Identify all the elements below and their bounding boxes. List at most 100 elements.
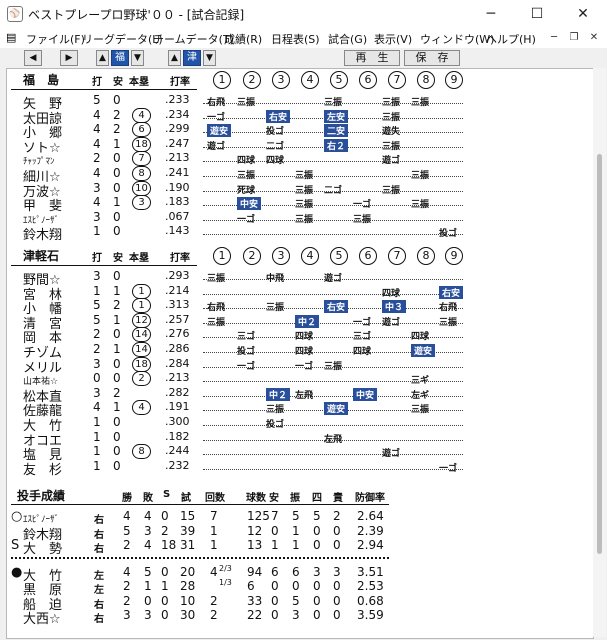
close-button[interactable]: ✕ bbox=[560, 0, 606, 28]
team1-up-button[interactable]: ▲ bbox=[96, 50, 109, 66]
player-hits: 0 bbox=[113, 429, 121, 444]
pitcher-losses: 3 bbox=[144, 608, 152, 622]
at-bat-result: 四球 bbox=[382, 288, 401, 299]
pitching-header-g: 試 bbox=[181, 493, 191, 504]
app-icon[interactable]: ⚾ bbox=[7, 6, 23, 22]
vertical-scrollbar[interactable] bbox=[593, 68, 606, 637]
pitcher-games: 28 bbox=[180, 579, 196, 593]
pitcher-strikeouts: 5 bbox=[292, 593, 300, 608]
pitcher-walks: 0 bbox=[313, 579, 321, 593]
pitcher-wins: 2 bbox=[123, 579, 131, 593]
mdi-restore-button[interactable]: ❐ bbox=[566, 30, 582, 45]
menu-window[interactable]: ウィンドウ(W) bbox=[420, 31, 494, 47]
player-ab: 3 bbox=[93, 385, 101, 400]
replay-button[interactable]: 再 生 bbox=[344, 50, 400, 66]
scrollbar-thumb[interactable] bbox=[597, 154, 602, 554]
menu-records[interactable]: 成績(R) bbox=[224, 31, 262, 47]
player-avg: .233 bbox=[165, 93, 190, 106]
at-bat-result: 投ゴ bbox=[266, 127, 285, 138]
pitcher-losses: 4 bbox=[144, 538, 152, 552]
team2-up-button[interactable]: ▲ bbox=[168, 50, 181, 66]
player-ab: 2 bbox=[93, 327, 101, 342]
pitcher-losses: 1 bbox=[144, 579, 152, 593]
player-avg: .241 bbox=[165, 166, 190, 179]
header-hr: 本塁 bbox=[129, 253, 149, 264]
at-bat-result: 三振 bbox=[295, 185, 314, 196]
player-avg: .299 bbox=[165, 122, 190, 136]
pitcher-hits: 0 bbox=[271, 608, 279, 622]
mdi-close-button[interactable]: ✕ bbox=[586, 30, 602, 45]
team2-button[interactable]: 津 bbox=[183, 50, 201, 66]
at-bat-result: 一ゴ bbox=[237, 361, 256, 372]
pitcher-name: 大 勢 bbox=[23, 542, 63, 557]
at-bat-result: 三ゴ bbox=[237, 332, 256, 343]
player-avg: .213 bbox=[165, 151, 190, 165]
player-hits: 2 bbox=[113, 298, 121, 313]
player-ab: 3 bbox=[93, 209, 101, 224]
player-avg: .191 bbox=[165, 400, 190, 414]
at-bat-result: 三振 bbox=[411, 171, 430, 181]
team1-down-button[interactable]: ▼ bbox=[131, 50, 144, 66]
pitcher-name: 大西☆ bbox=[23, 612, 61, 627]
maximize-button[interactable]: ☐ bbox=[514, 0, 560, 28]
team2-down-button[interactable]: ▼ bbox=[203, 50, 216, 66]
player-ab: 4 bbox=[93, 400, 101, 415]
player-avg: .067 bbox=[165, 209, 190, 223]
menu-league[interactable]: リーグデータ(L) bbox=[82, 31, 163, 47]
at-bat-result: 右飛 bbox=[439, 303, 458, 314]
hit-result: 中２ bbox=[266, 387, 291, 401]
player-hr: 14 bbox=[132, 327, 151, 343]
team1-button[interactable]: 福 bbox=[111, 50, 129, 66]
pitcher-innings-fraction: 1/3 bbox=[219, 578, 232, 587]
at-bat-result: 三振 bbox=[382, 98, 401, 108]
hit-result: 右安 bbox=[324, 300, 349, 314]
pitcher-saves: 0 bbox=[161, 608, 169, 622]
player-hits: 0 bbox=[113, 151, 121, 166]
pitcher-saves: 0 bbox=[161, 509, 169, 523]
player-avg: .214 bbox=[165, 283, 190, 297]
team-name: 津軽石 bbox=[23, 249, 60, 263]
player-ab: 4 bbox=[93, 166, 101, 180]
player-ab: 1 bbox=[93, 224, 101, 239]
save-button[interactable]: 保 存 bbox=[404, 50, 460, 66]
at-bat-result: 三振 bbox=[295, 171, 314, 181]
player-hits: 1 bbox=[113, 136, 121, 151]
player-hr: 1 bbox=[132, 283, 151, 299]
inning-number: 3 bbox=[272, 247, 290, 265]
menu-game[interactable]: 試合(G) bbox=[328, 31, 367, 47]
at-bat-result: 左ギ bbox=[411, 390, 430, 401]
minimize-button[interactable]: ─ bbox=[468, 0, 514, 28]
inning-number: 4 bbox=[301, 71, 319, 89]
player-ab: 5 bbox=[93, 93, 101, 107]
hit-result: 遊安 bbox=[324, 402, 349, 416]
at-bat-result: 三振 bbox=[266, 405, 285, 416]
at-bat-result: 一ゴ bbox=[353, 200, 372, 211]
prev-arrow-icon[interactable]: ◀ bbox=[24, 50, 42, 66]
pitcher-earned-runs: 0 bbox=[333, 593, 341, 608]
pitcher-saves: 2 bbox=[161, 523, 169, 538]
pitcher-hits: 1 bbox=[271, 538, 279, 552]
menu-view[interactable]: 表示(V) bbox=[374, 31, 412, 47]
at-bat-result: 三振 bbox=[237, 98, 256, 108]
header-avg: 打率 bbox=[170, 253, 190, 264]
pitcher-wins: 2 bbox=[123, 593, 131, 608]
player-ab: 3 bbox=[93, 356, 101, 371]
menu-schedule[interactable]: 日程表(S) bbox=[271, 31, 320, 47]
game-record-panel: 福 島打安本塁 打率 1 2 3 4 5 6 7 8 9 矢 野 5 0.233 右飛 三振 三振 三振 三振 太田諒… bbox=[6, 68, 594, 639]
next-arrow-icon[interactable]: ▶ bbox=[60, 50, 78, 66]
at-bat-result: 三振 bbox=[266, 303, 285, 314]
at-bat-result: 三振 bbox=[353, 214, 372, 225]
at-bat-result: 遊失 bbox=[382, 127, 401, 138]
menu-help[interactable]: ヘルプ(H) bbox=[486, 31, 536, 47]
mdi-minimize-button[interactable]: ─ bbox=[546, 30, 562, 45]
divider-line bbox=[11, 265, 197, 266]
player-avg: .213 bbox=[165, 371, 190, 385]
player-hits: 1 bbox=[113, 312, 121, 327]
pitcher-wins: 2 bbox=[123, 538, 131, 552]
at-bat-result: 四球 bbox=[411, 332, 430, 343]
menu-file[interactable]: ファイル(F) bbox=[26, 31, 85, 47]
document-icon[interactable]: ▤ bbox=[6, 31, 16, 44]
player-avg: .232 bbox=[165, 458, 190, 472]
menu-team[interactable]: チームデータ(T) bbox=[153, 31, 234, 47]
player-hr: 8 bbox=[132, 444, 151, 460]
